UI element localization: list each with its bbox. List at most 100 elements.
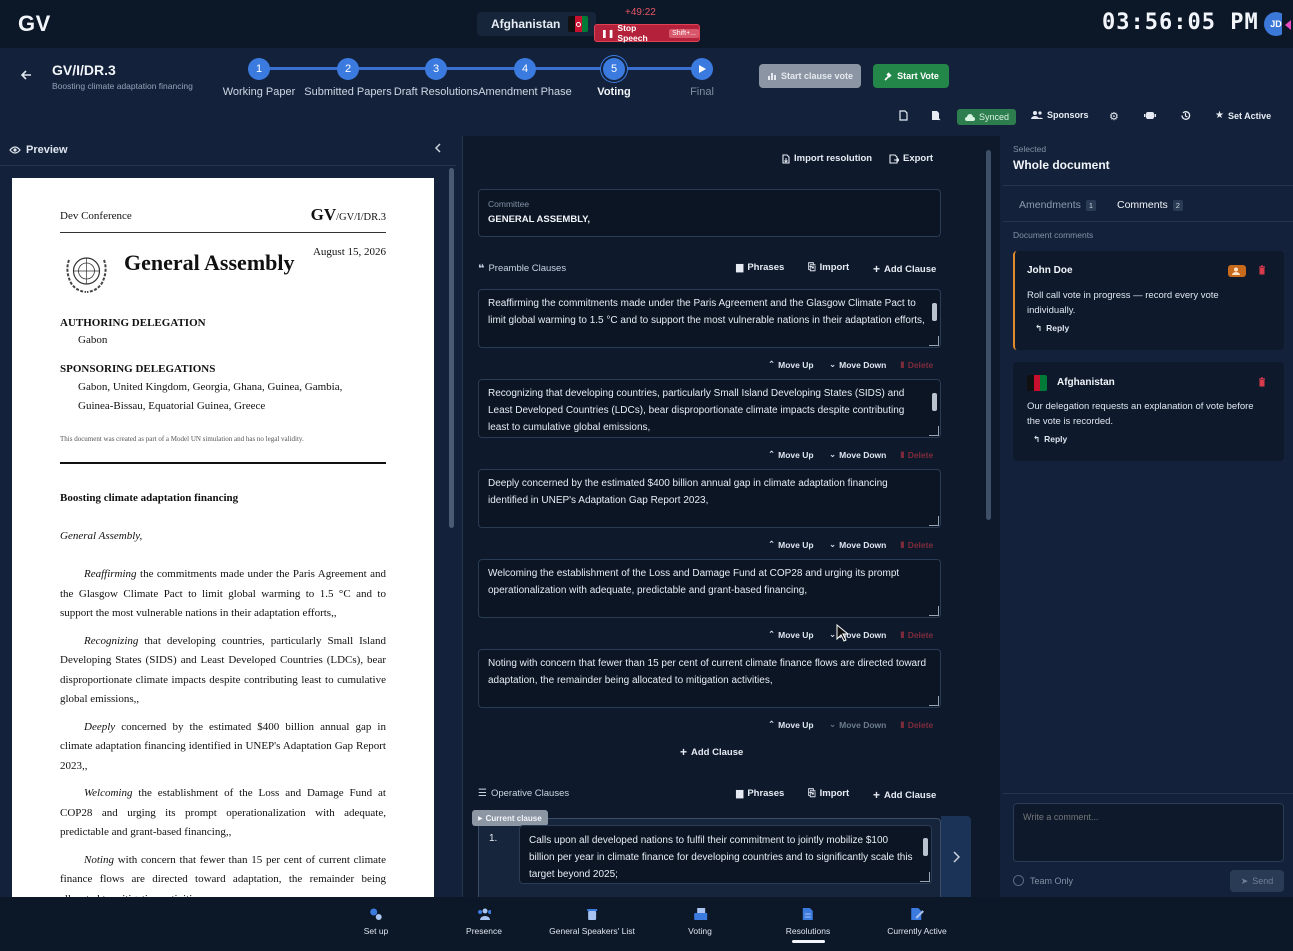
reply-button[interactable]: ↰ Reply (1033, 434, 1067, 445)
nav-label: Presence (466, 926, 502, 936)
pdf-export-icon[interactable] (899, 110, 908, 121)
preamble-clause-textarea[interactable]: Recognizing that developing countries, p… (478, 379, 941, 438)
authoring-delegation: Gabon (78, 334, 108, 346)
delete-comment-trash-icon[interactable] (1258, 377, 1266, 387)
team-only-label: Team Only (1030, 875, 1074, 886)
nav-general-speakers-list[interactable]: General Speakers' List (549, 907, 635, 936)
start-clause-vote-button[interactable]: Start clause vote (759, 64, 861, 88)
committee-field[interactable]: Committee GENERAL ASSEMBLY, (478, 189, 941, 237)
step-final-label: Final (690, 86, 714, 98)
add-preamble-clause-button[interactable]: + Add Clause (680, 745, 743, 759)
move-down-button[interactable]: ⌄ Move Down (829, 539, 886, 550)
set-active-button[interactable]: ★ Set Active (1215, 110, 1271, 121)
preview-clause: Deeply concerned by the estimated $400 b… (60, 718, 386, 777)
resize-handle[interactable] (929, 426, 939, 436)
delete-label: Delete (907, 719, 934, 730)
delete-comment-trash-icon[interactable] (1258, 265, 1266, 275)
tab-amendments[interactable]: Amendments 1 (1019, 199, 1097, 211)
preamble-clause-textarea[interactable]: Reaffirming the commitments made under t… (478, 289, 941, 348)
nav-resolutions[interactable]: Resolutions (786, 907, 830, 936)
users-icon (1031, 111, 1043, 119)
side-drawer-toggle[interactable] (1282, 14, 1293, 36)
editor-scrollbar[interactable] (986, 150, 991, 520)
delete-button[interactable]: ▮ Delete (900, 449, 933, 460)
step-4-circle[interactable]: 4 (514, 58, 536, 80)
stop-speech-button[interactable]: ❚❚ Stop Speech Shift+... (594, 23, 700, 43)
step-1-circle[interactable]: 1 (248, 58, 270, 80)
start-vote-button[interactable]: Start Vote (873, 64, 949, 88)
play-icon (699, 65, 706, 73)
preamble-phrases-button[interactable]: ▆ Phrases (736, 262, 784, 273)
move-up-button[interactable]: ⌃ Move Up (768, 449, 814, 460)
resize-handle[interactable] (920, 872, 930, 882)
step-final-circle[interactable] (691, 58, 713, 80)
move-up-button[interactable]: ⌃ Move Up (768, 539, 814, 550)
nav-currently-active[interactable]: Currently Active (887, 907, 947, 936)
comment-card: Afghanistan Our delegation requests an e… (1013, 362, 1284, 461)
delete-button[interactable]: ▮ Delete (900, 629, 933, 640)
preamble-heading: ❝ Preamble Clauses (478, 262, 566, 275)
step-3-circle[interactable]: 3 (425, 58, 447, 80)
move-down-button[interactable]: ⌄ Move Down (829, 719, 886, 730)
operative-heading-label: Operative Clauses (490, 788, 570, 799)
preamble-import-button[interactable]: ⎘ Import (808, 262, 849, 273)
send-comment-button[interactable]: ➤ Send (1230, 870, 1284, 892)
move-up-button[interactable]: ⌃ Move Up (768, 629, 814, 640)
afghanistan-flag-icon (1027, 375, 1047, 391)
next-clause-button[interactable] (941, 816, 971, 897)
preamble-clause-textarea[interactable]: Noting with concern that fewer than 15 p… (478, 649, 941, 708)
resize-handle[interactable] (929, 696, 939, 706)
comment-input[interactable] (1013, 803, 1284, 862)
move-down-button[interactable]: ⌄ Move Down (829, 449, 886, 460)
current-speaker-chip[interactable]: Afghanistan (477, 12, 597, 36)
delete-button[interactable]: ▮ Delete (900, 539, 933, 550)
back-arrow-icon[interactable] (19, 68, 33, 82)
sponsors-label: Sponsors (1047, 110, 1089, 120)
symbol-prefix: GV (310, 205, 337, 224)
sponsors-button[interactable]: Sponsors (1031, 110, 1089, 120)
resize-handle[interactable] (929, 336, 939, 346)
operative-add-clause-button[interactable]: + Add Clause (873, 788, 936, 802)
chart-icon (767, 73, 776, 80)
operative-clause-textarea[interactable]: Calls upon all developed nations to fulf… (519, 825, 932, 884)
move-up-button[interactable]: ⌃ Move Up (768, 359, 814, 370)
resize-handle[interactable] (929, 516, 939, 526)
preview-scrollbar[interactable] (449, 168, 454, 528)
textarea-scrollbar[interactable] (923, 838, 928, 856)
sponsoring-heading: SPONSORING DELEGATIONS (60, 363, 216, 375)
import-resolution-button[interactable]: Import resolution (781, 153, 872, 164)
nav-voting[interactable]: Voting (688, 907, 712, 936)
preamble-clause-textarea[interactable]: Deeply concerned by the estimated $400 b… (478, 469, 941, 528)
nav-presence[interactable]: Presence (466, 907, 502, 936)
app-logo[interactable]: GV (18, 11, 51, 37)
collapse-preview-chevron-icon[interactable] (434, 143, 442, 153)
resize-handle[interactable] (929, 606, 939, 616)
nav-set-up[interactable]: Set up (364, 907, 388, 936)
delete-button[interactable]: ▮ Delete (900, 719, 933, 730)
settings-gear-icon[interactable]: ⚙ (1109, 110, 1119, 123)
delete-button[interactable]: ▮ Delete (900, 359, 933, 370)
divider (60, 232, 386, 233)
team-only-checkbox[interactable]: Team Only (1013, 875, 1073, 886)
document-code: GV/I/DR.3 (52, 62, 116, 78)
reply-button[interactable]: ↰ Reply (1035, 323, 1069, 334)
move-down-button[interactable]: ⌄ Move Down (829, 359, 886, 370)
delete-label: Delete (907, 629, 934, 640)
step-2-circle[interactable]: 2 (337, 58, 359, 80)
tab-comments[interactable]: Comments 2 (1117, 199, 1183, 211)
export-button[interactable]: Export (889, 153, 933, 164)
amendments-count-badge: 1 (1085, 199, 1097, 211)
clock: 03:56:05 PM (1102, 10, 1259, 35)
quote-icon: ❝ (478, 263, 485, 275)
disclaimer: This document was created as part of a M… (60, 435, 304, 443)
docx-export-icon[interactable] (931, 110, 941, 121)
history-icon[interactable] (1180, 110, 1191, 121)
add-clause-label: Add Clause (884, 789, 937, 801)
robot-icon[interactable] (1144, 110, 1156, 120)
operative-import-button[interactable]: ⎘ Import (808, 788, 849, 799)
preamble-clause-textarea[interactable]: Welcoming the establishment of the Loss … (478, 559, 941, 618)
move-up-button[interactable]: ⌃ Move Up (768, 719, 814, 730)
preamble-add-clause-button[interactable]: + Add Clause (873, 262, 936, 276)
step-5-circle[interactable]: 5 (603, 58, 625, 80)
operative-phrases-button[interactable]: ▆ Phrases (736, 788, 784, 799)
